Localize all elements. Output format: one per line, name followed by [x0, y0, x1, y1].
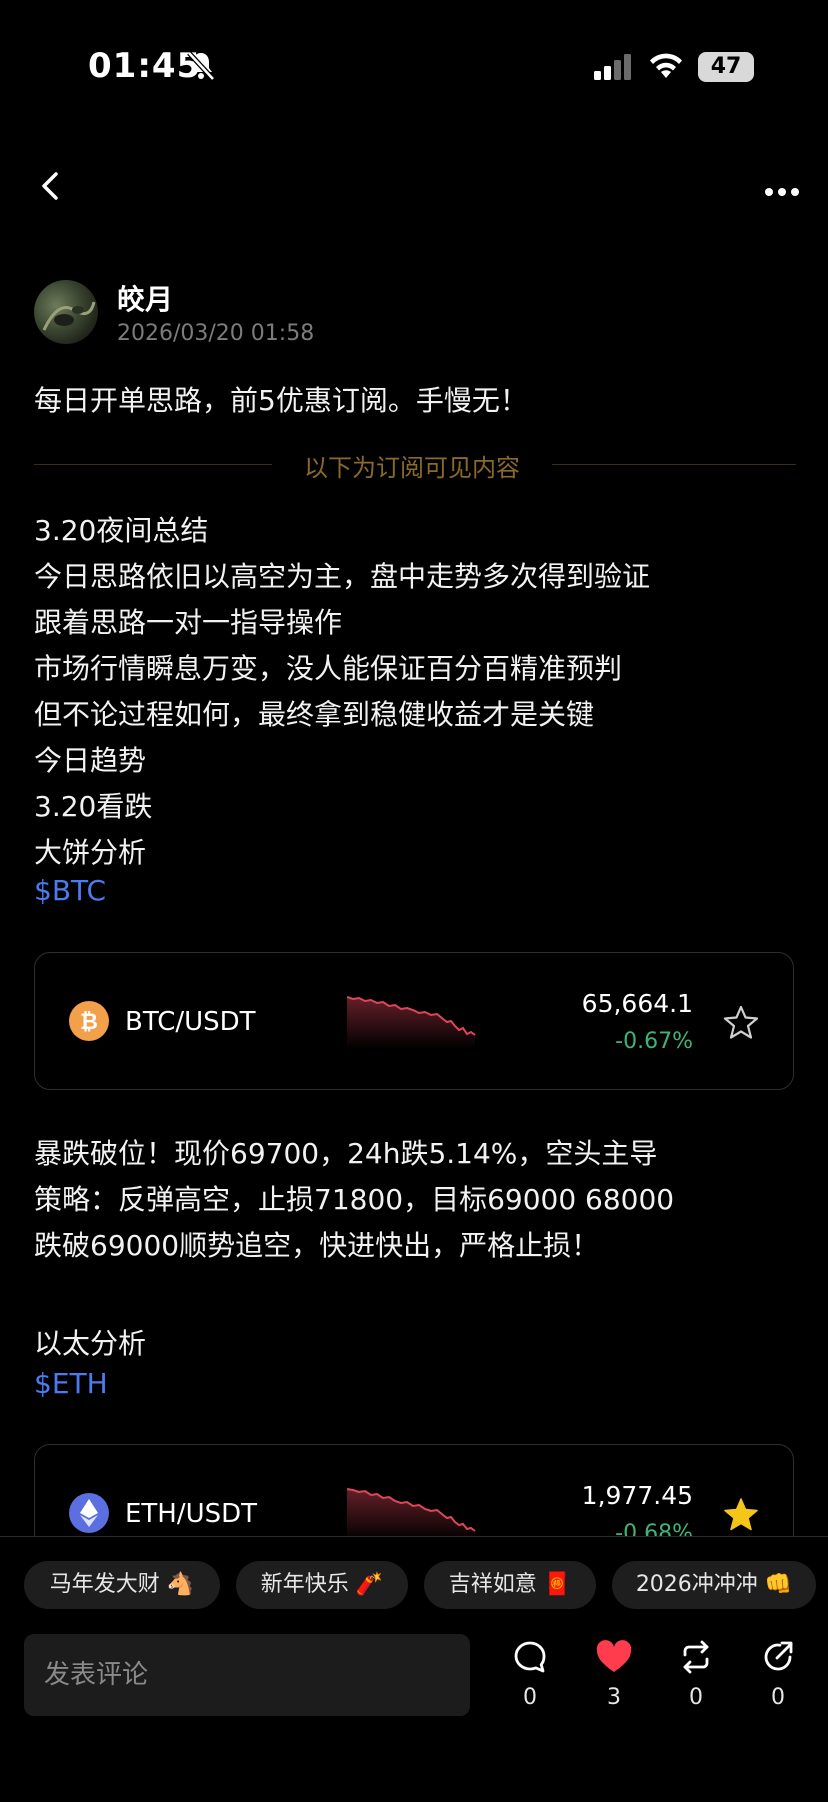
wifi-icon: [648, 50, 684, 84]
quick-reply-chip[interactable]: 2026冲冲冲 👊: [612, 1561, 816, 1609]
author-name[interactable]: 皎月: [117, 278, 173, 318]
divider-line-left: [34, 464, 272, 465]
text-line: 今日思路依旧以高空为主，盘中走势多次得到验证: [34, 560, 651, 593]
comment-count: 0: [523, 1685, 537, 1710]
text-line: 策略：反弹高空，止损71800，目标69000 68000: [34, 1183, 675, 1216]
comment-button[interactable]: 0: [500, 1639, 560, 1710]
btc-change: -0.67%: [615, 1029, 693, 1054]
star-filled-icon[interactable]: [723, 1497, 759, 1535]
btc-sparkline: [347, 996, 476, 1049]
comment-input[interactable]: 发表评论: [24, 1634, 470, 1716]
btc-market-card[interactable]: ₿ BTC/USDT 65,664.1 -0.67%: [34, 952, 794, 1090]
text-line: 3.20看跌: [34, 790, 153, 823]
text-line: 市场行情瞬息万变，没人能保证百分百精准预判: [34, 652, 623, 685]
more-options-button[interactable]: [764, 182, 800, 201]
eth-price: 1,977.45: [581, 1481, 693, 1510]
heart-icon: [596, 1640, 632, 1672]
comment-bubble-icon: [514, 1641, 546, 1673]
text-line: 但不论过程如何，最终拿到稳健收益才是关键: [34, 698, 595, 731]
repost-button[interactable]: 0: [666, 1639, 726, 1710]
post-timestamp: 2026/03/20 01:58: [117, 321, 315, 346]
btc-pair-label: BTC/USDT: [125, 1007, 256, 1037]
eth-analysis-title: 以太分析: [34, 1327, 147, 1360]
bitcoin-icon: ₿: [69, 1001, 109, 1041]
like-count: 3: [607, 1685, 621, 1710]
btc-ticker-link[interactable]: $BTC: [34, 874, 106, 907]
text-line: 3.20夜间总结: [34, 514, 209, 547]
share-button[interactable]: 0: [748, 1639, 808, 1710]
battery-indicator: 47: [698, 52, 754, 82]
divider-line-right: [552, 464, 796, 465]
btc-price: 65,664.1: [581, 989, 693, 1018]
eth-sparkline: [347, 1488, 476, 1541]
star-outline-icon[interactable]: [723, 1005, 759, 1043]
like-button[interactable]: 3: [584, 1639, 644, 1710]
eth-ticker-link[interactable]: $ETH: [34, 1367, 108, 1400]
btc-analysis: 暴跌破位！现价69700，24h跌5.14%，空头主导 策略：反弹高空，止损71…: [34, 1131, 674, 1269]
subscriber-divider-label: 以下为订阅可见内容: [304, 454, 520, 482]
share-icon: [764, 1641, 793, 1671]
repost-count: 0: [689, 1685, 703, 1710]
text-line: 跟着思路一对一指导操作: [34, 606, 343, 639]
quick-reply-chip[interactable]: 新年快乐 🧨: [236, 1561, 408, 1609]
post-summary: 3.20夜间总结 今日思路依旧以高空为主，盘中走势多次得到验证 跟着思路一对一指…: [34, 508, 650, 876]
avatar[interactable]: [34, 280, 98, 344]
text-line: 今日趋势: [34, 744, 147, 777]
text-line: 暴跌破位！现价69700，24h跌5.14%，空头主导: [34, 1137, 658, 1170]
svg-text:₿: ₿: [80, 1010, 98, 1035]
status-time: 01:45: [88, 46, 202, 86]
bell-muted-icon: [186, 50, 216, 86]
repost-icon: [683, 1640, 709, 1674]
quick-reply-chip[interactable]: 吉祥如意 🧧: [424, 1561, 596, 1609]
eth-pair-label: ETH/USDT: [125, 1499, 258, 1529]
bottom-action-bar: 马年发大财 🐴 新年快乐 🧨 吉祥如意 🧧 2026冲冲冲 👊 发表评论 0 3…: [0, 1536, 828, 1802]
text-line: 跌破69000顺势追空，快进快出，严格止损！: [34, 1229, 600, 1262]
cellular-signal-icon: [594, 54, 634, 84]
back-button[interactable]: [36, 168, 64, 208]
ethereum-icon: [69, 1493, 109, 1533]
post-headline: 每日开单思路，前5优惠订阅。手慢无！: [34, 384, 528, 417]
quick-reply-chip[interactable]: 马年发大财 🐴: [24, 1561, 220, 1609]
share-count: 0: [771, 1685, 785, 1710]
text-line: 大饼分析: [34, 836, 147, 869]
